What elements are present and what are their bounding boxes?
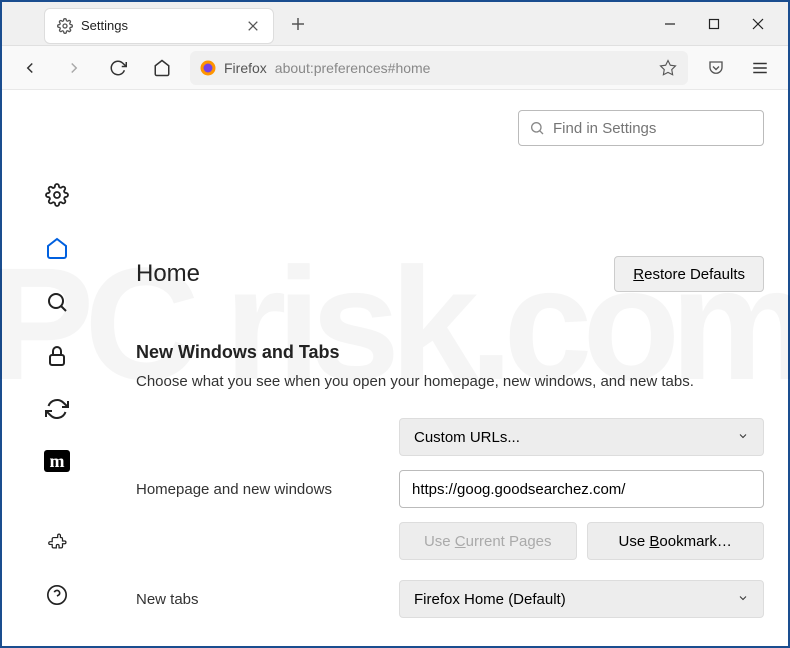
- use-current-pages-button: Use Current Pages: [399, 522, 577, 560]
- use-bookmark-button[interactable]: Use Bookmark…: [587, 522, 765, 560]
- main-content: Home Restore Defaults New Windows and Ta…: [112, 90, 788, 646]
- browser-tab[interactable]: Settings: [44, 8, 274, 44]
- page-title: Home: [136, 260, 200, 288]
- url-label: Firefox: [224, 60, 267, 76]
- toolbar: Firefox about:preferences#home: [2, 46, 788, 90]
- sidebar: m: [2, 90, 112, 646]
- homepage-type-select[interactable]: Custom URLs...: [399, 418, 764, 456]
- chevron-down-icon: [737, 429, 749, 446]
- firefox-icon: [200, 60, 216, 76]
- gear-icon: [57, 18, 73, 34]
- newtabs-label: New tabs: [136, 591, 399, 608]
- restore-defaults-button[interactable]: Restore Defaults: [614, 256, 764, 292]
- sidebar-item-home[interactable]: [42, 236, 72, 262]
- tab-title: Settings: [81, 18, 245, 33]
- sidebar-item-search[interactable]: [42, 289, 72, 315]
- homepage-label: Homepage and new windows: [136, 481, 399, 498]
- url-bar[interactable]: Firefox about:preferences#home: [190, 51, 688, 85]
- chevron-down-icon: [737, 591, 749, 608]
- titlebar: Settings: [2, 2, 788, 46]
- newtabs-select[interactable]: Firefox Home (Default): [399, 580, 764, 618]
- sidebar-item-sync[interactable]: [42, 397, 72, 423]
- back-button[interactable]: [14, 52, 46, 84]
- search-input[interactable]: [553, 120, 753, 137]
- select-value: Firefox Home (Default): [414, 591, 566, 608]
- window-controls: [648, 2, 780, 46]
- select-value: Custom URLs...: [414, 429, 520, 446]
- settings-search[interactable]: [518, 110, 764, 146]
- forward-button: [58, 52, 90, 84]
- reload-button[interactable]: [102, 52, 134, 84]
- close-icon[interactable]: [245, 18, 261, 34]
- sidebar-item-extensions[interactable]: [42, 528, 72, 554]
- search-icon: [529, 120, 545, 136]
- close-button[interactable]: [736, 8, 780, 40]
- maximize-button[interactable]: [692, 8, 736, 40]
- section-desc: Choose what you see when you open your h…: [136, 373, 764, 390]
- new-tab-button[interactable]: [284, 10, 312, 38]
- section-title-windows-tabs: New Windows and Tabs: [136, 342, 764, 363]
- sidebar-item-help[interactable]: [42, 582, 72, 608]
- url-text: about:preferences#home: [275, 60, 431, 76]
- pocket-icon[interactable]: [700, 52, 732, 84]
- sidebar-item-more[interactable]: m: [44, 450, 70, 472]
- sidebar-item-privacy[interactable]: [42, 343, 72, 369]
- home-button[interactable]: [146, 52, 178, 84]
- homepage-url-input[interactable]: [399, 470, 764, 508]
- menu-button[interactable]: [744, 52, 776, 84]
- minimize-button[interactable]: [648, 8, 692, 40]
- bookmark-star-icon[interactable]: [658, 58, 678, 78]
- sidebar-item-general[interactable]: [42, 182, 72, 208]
